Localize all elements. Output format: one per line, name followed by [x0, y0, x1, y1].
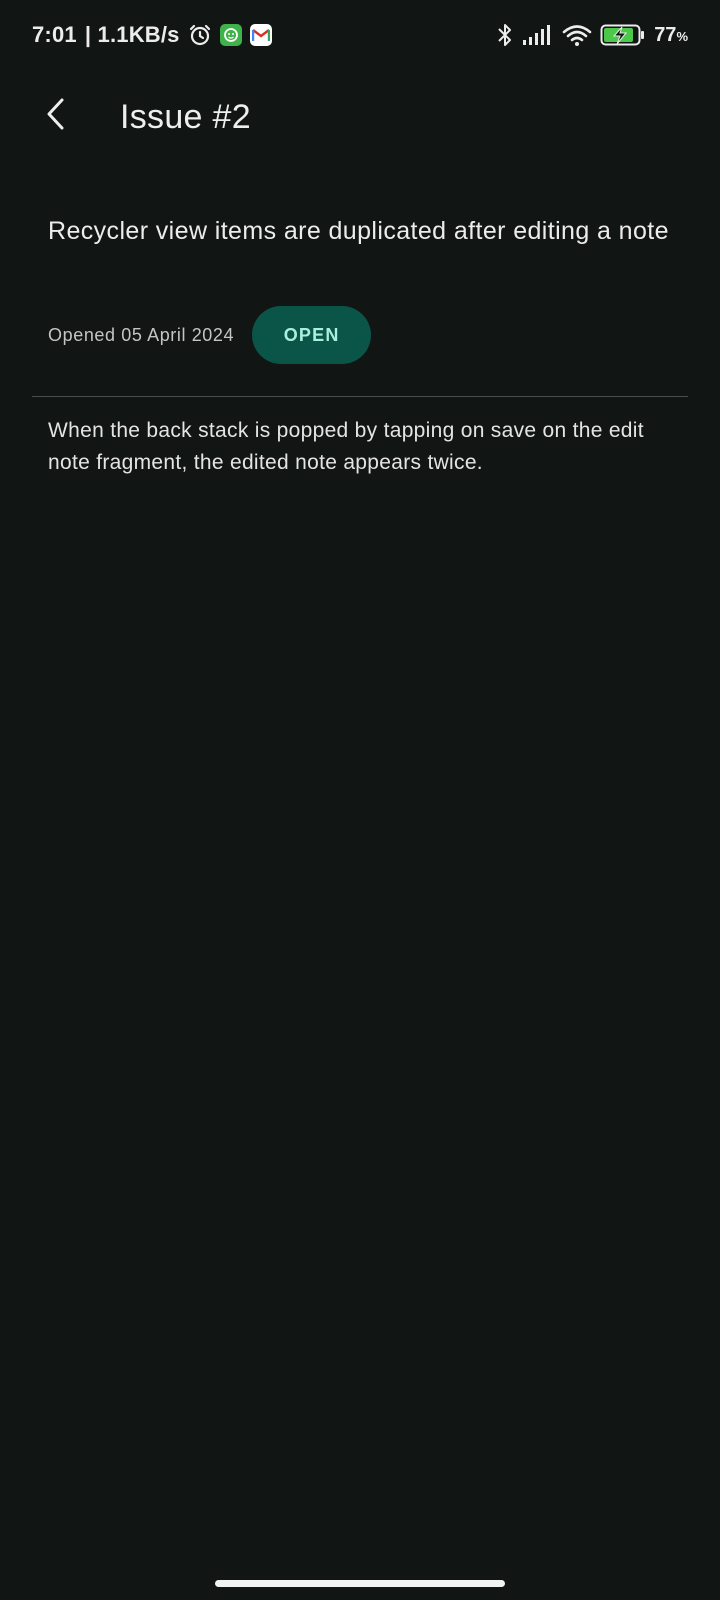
divider: [32, 396, 688, 397]
back-button[interactable]: [30, 90, 82, 142]
gmail-icon: [249, 24, 272, 46]
issue-title: Recycler view items are duplicated after…: [48, 217, 669, 245]
issue-body: When the back stack is popped by tapping…: [48, 419, 644, 474]
issue-meta: Opened 05 April 2024 OPEN: [48, 306, 372, 364]
chevron-left-icon: [42, 96, 70, 137]
bluetooth-icon: [496, 22, 514, 48]
status-left: 7:01 | 1.1KB/s: [32, 22, 272, 48]
battery-percent: 77%: [654, 23, 688, 46]
status-bar: 7:01 | 1.1KB/s 77%: [0, 0, 720, 70]
signal-icon: [522, 24, 554, 46]
alarm-icon: [188, 23, 212, 47]
status-badge[interactable]: OPEN: [252, 306, 372, 364]
opened-date: Opened 05 April 2024: [48, 324, 235, 345]
status-time: 7:01: [32, 22, 77, 47]
app-notification-icon: [219, 24, 242, 46]
battery-charging-icon: [600, 23, 646, 47]
wifi-icon: [562, 23, 592, 47]
page-title: Issue #2: [120, 98, 251, 136]
network-speed: | 1.1KB/s: [84, 22, 180, 47]
status-right: 77%: [496, 22, 688, 48]
home-indicator[interactable]: [215, 1580, 505, 1587]
app-bar: Issue #2: [0, 70, 720, 170]
